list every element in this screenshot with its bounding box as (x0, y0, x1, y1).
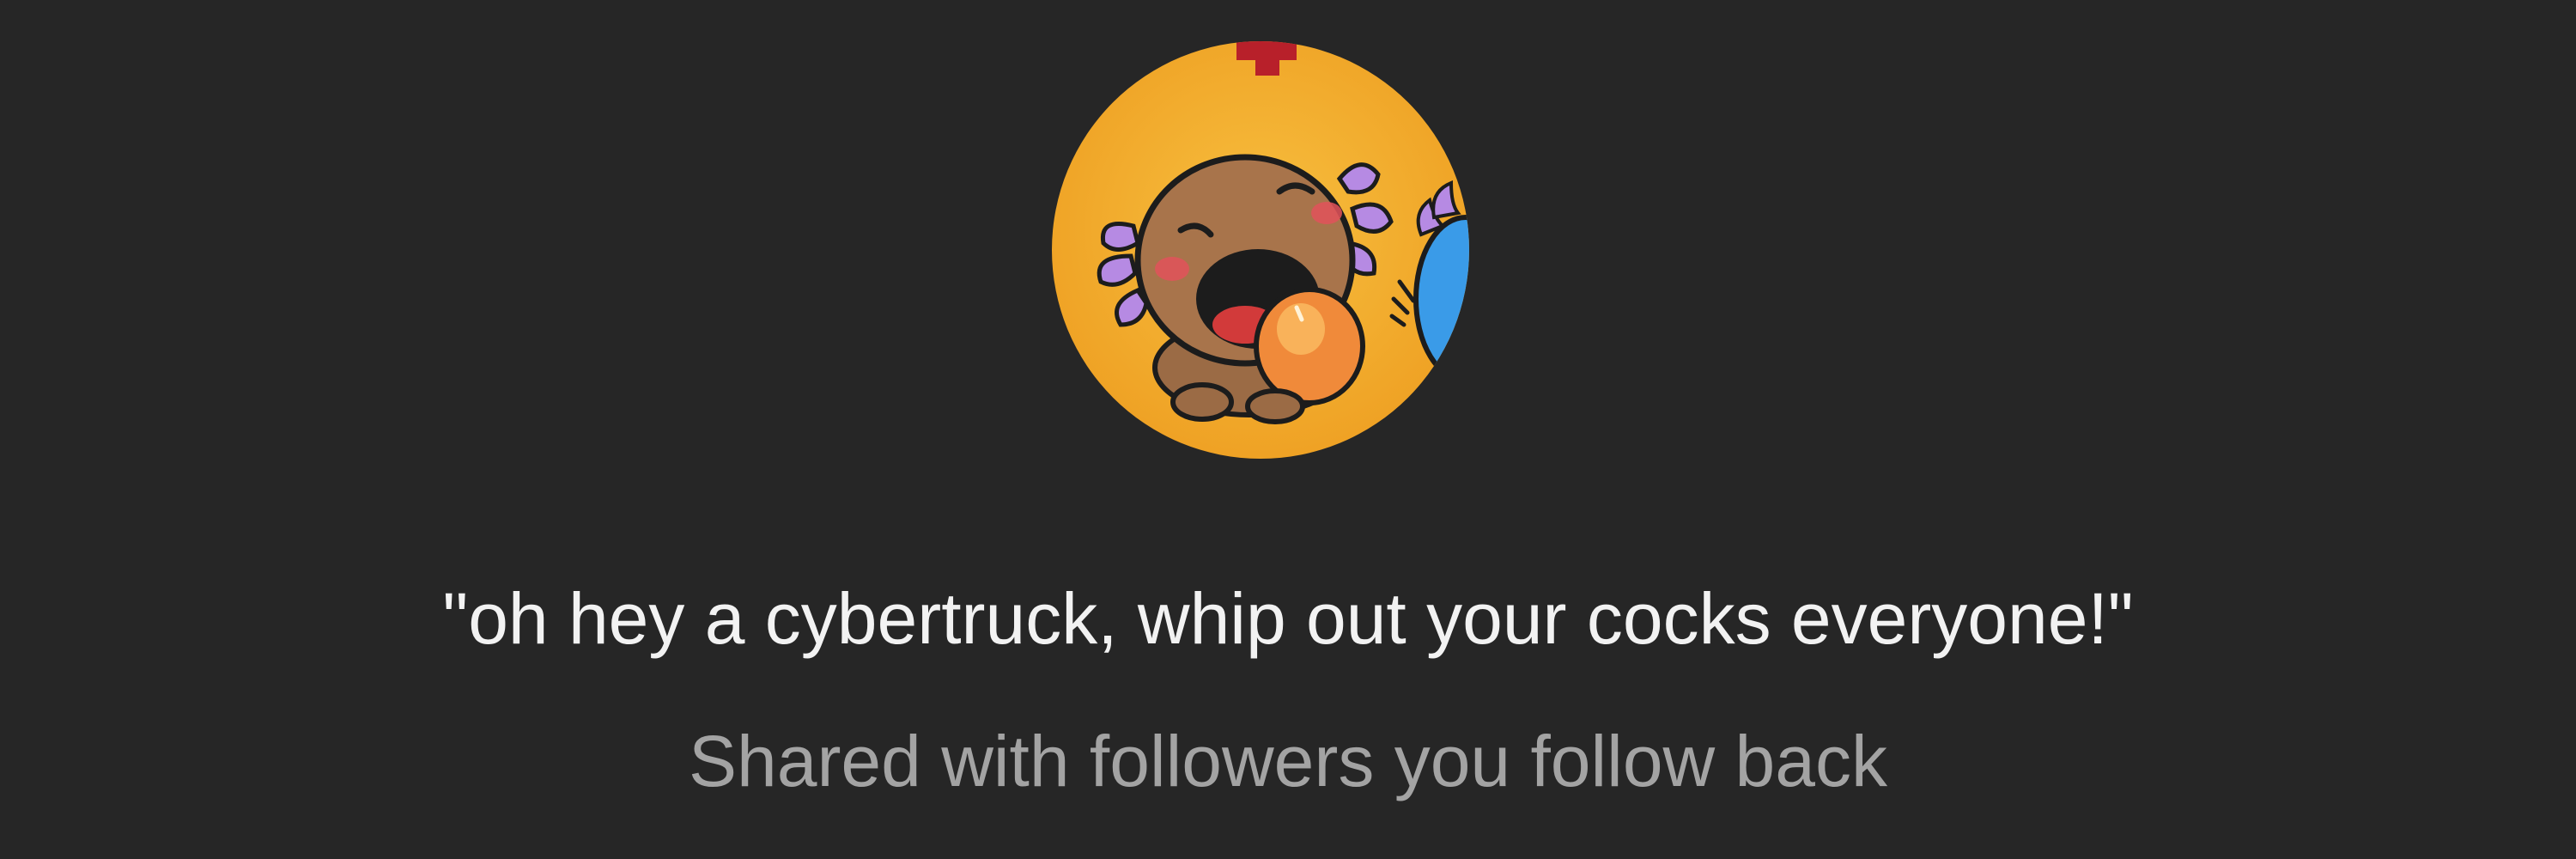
cartoon-axolotl-avatar-icon (1052, 41, 1469, 459)
note-view: "oh hey a cybertruck, whip out your cock… (0, 0, 2576, 859)
profile-avatar[interactable] (1052, 41, 1469, 459)
note-text: "oh hey a cybertruck, whip out your cock… (442, 578, 2134, 659)
visibility-label: Shared with followers you follow back (688, 721, 1887, 801)
